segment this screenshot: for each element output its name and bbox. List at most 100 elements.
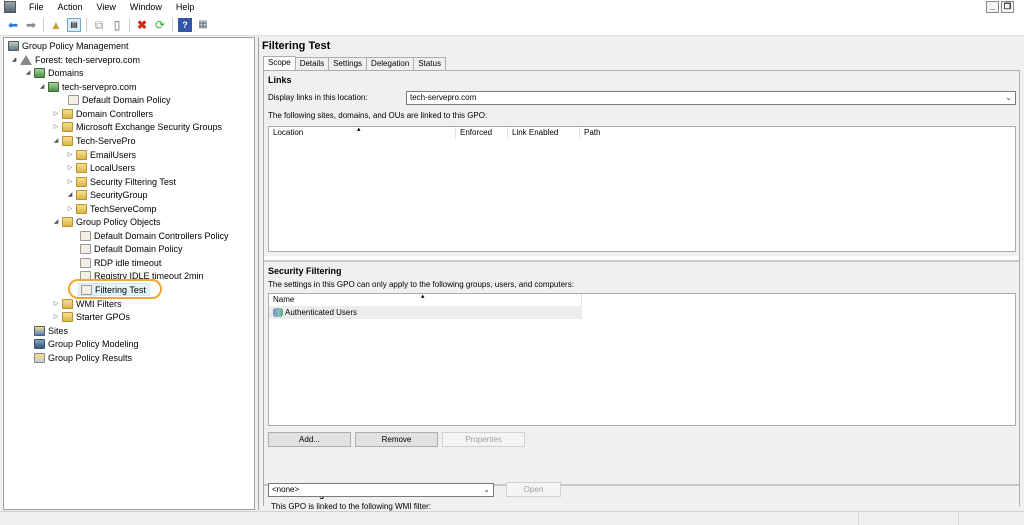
tree-node-exchange-groups[interactable]: ▷ Microsoft Exchange Security Groups xyxy=(52,120,222,133)
properties-button[interactable]: Properties xyxy=(442,432,525,447)
window-controls: _ ❐ xyxy=(986,1,1014,13)
collapse-icon[interactable]: ◢ xyxy=(38,83,46,90)
tree-node-gpo-domain-policy[interactable]: Default Domain Policy xyxy=(78,242,183,255)
toolbar-separator xyxy=(172,17,173,32)
tab-delegation[interactable]: Delegation xyxy=(366,57,415,70)
tree-node-starter-gpos[interactable]: ▷ Starter GPOs xyxy=(52,310,130,323)
show-hide-tree-icon[interactable]: ▤ xyxy=(67,17,81,32)
links-list[interactable]: Location ▴ Enforced Link Enabled Path xyxy=(268,126,1016,252)
restore-button[interactable]: ❐ xyxy=(1001,1,1014,13)
tab-status[interactable]: Status xyxy=(413,57,446,70)
tree-node-results[interactable]: Group Policy Results xyxy=(32,351,132,364)
tab-details[interactable]: Details xyxy=(294,57,330,70)
tree-node-gpo-container[interactable]: ◢ Group Policy Objects xyxy=(52,215,161,228)
tree-node-gpo-dc-policy[interactable]: Default Domain Controllers Policy xyxy=(78,229,229,242)
tree-node-root[interactable]: Group Policy Management xyxy=(6,39,129,52)
display-links-label: Display links in this location: xyxy=(268,93,368,102)
column-name[interactable]: Name ▴ xyxy=(269,293,582,306)
up-folder-icon[interactable]: ▲ xyxy=(49,18,63,32)
tab-settings[interactable]: Settings xyxy=(328,57,368,70)
highlight-annotation xyxy=(68,279,162,299)
collapse-icon[interactable]: ◢ xyxy=(52,137,60,144)
tab-scope[interactable]: Scope xyxy=(263,56,296,70)
forward-icon[interactable]: ➡ xyxy=(24,18,38,32)
collapse-icon[interactable]: ◢ xyxy=(24,69,32,76)
location-dropdown[interactable]: tech-servepro.com ⌄ xyxy=(406,91,1016,105)
menu-file[interactable]: File xyxy=(22,2,51,12)
tree-node-domains[interactable]: ◢ Domains xyxy=(24,66,84,79)
expand-icon[interactable]: ▷ xyxy=(66,178,74,185)
column-enforced[interactable]: Enforced xyxy=(456,127,508,139)
expand-icon[interactable]: ▷ xyxy=(52,110,60,117)
copy-icon[interactable]: ⧉ xyxy=(92,18,106,32)
expand-icon[interactable]: ▷ xyxy=(66,205,74,212)
links-description: The following sites, domains, and OUs ar… xyxy=(268,111,488,120)
console-tree: Group Policy Management ◢ Forest: tech-se… xyxy=(3,37,255,510)
security-filtering-section: Security Filtering The settings in this … xyxy=(264,260,1019,489)
collapse-icon[interactable]: ◢ xyxy=(10,56,18,63)
tree-node-email-users[interactable]: ▷ EmailUsers xyxy=(66,148,136,161)
expand-icon[interactable]: ▷ xyxy=(52,123,60,130)
help-icon[interactable]: ? xyxy=(178,17,192,32)
tree-node-forest[interactable]: ◢ Forest: tech-servepro.com xyxy=(10,53,140,66)
modeling-icon xyxy=(34,338,45,349)
security-list[interactable]: Name ▴ Authenticated Users xyxy=(268,293,1016,426)
tree-node-default-domain-policy-link[interactable]: Default Domain Policy xyxy=(66,93,171,106)
tree-node-sites[interactable]: Sites xyxy=(32,324,68,337)
column-link-enabled[interactable]: Link Enabled xyxy=(508,127,580,139)
back-icon[interactable]: ⬅ xyxy=(6,18,20,32)
tree-node-local-users[interactable]: ▷ LocalUsers xyxy=(66,161,135,174)
wmi-filter-dropdown[interactable]: <none> ⌄ xyxy=(268,483,494,497)
toolbar-separator xyxy=(129,17,130,32)
expand-icon[interactable]: ▷ xyxy=(66,164,74,171)
refresh-icon[interactable]: ⟳ xyxy=(153,18,167,32)
toolbar: ⬅ ➡ ▲ ▤ ⧉ ▯ ✖ ⟳ ? ▦ xyxy=(0,14,1024,36)
menu-help[interactable]: Help xyxy=(169,2,202,12)
column-location[interactable]: Location ▴ xyxy=(269,126,456,139)
expand-icon[interactable]: ▷ xyxy=(66,151,74,158)
console-icon[interactable]: ▦ xyxy=(196,18,210,32)
menu-view[interactable]: View xyxy=(90,2,123,12)
gpo-folder-icon xyxy=(62,216,73,227)
remove-button[interactable]: Remove xyxy=(355,432,438,447)
collapse-icon[interactable]: ◢ xyxy=(66,191,74,198)
ou-icon xyxy=(76,162,87,173)
starter-gpo-icon xyxy=(62,311,73,322)
ou-icon xyxy=(62,108,73,119)
status-cell xyxy=(858,512,859,525)
wmi-folder-icon xyxy=(62,298,73,309)
tree-node-domain[interactable]: ◢ tech-servepro.com xyxy=(38,80,137,93)
menu-window[interactable]: Window xyxy=(123,2,169,12)
tree-node-tech-servepro[interactable]: ◢ Tech-ServePro xyxy=(52,134,136,147)
menu-action[interactable]: Action xyxy=(51,2,90,12)
tree-node-techserve-comp[interactable]: ▷ TechServeComp xyxy=(66,202,157,215)
delete-icon[interactable]: ✖ xyxy=(135,18,149,32)
collapse-icon[interactable]: ◢ xyxy=(52,218,60,225)
status-bar xyxy=(0,511,1024,525)
expand-icon[interactable]: ▷ xyxy=(52,313,60,320)
chevron-down-icon: ⌄ xyxy=(483,485,490,494)
security-description: The settings in this GPO can only apply … xyxy=(268,280,574,289)
expand-icon[interactable]: ▷ xyxy=(52,300,60,307)
domains-icon xyxy=(34,67,45,78)
security-row[interactable]: Authenticated Users xyxy=(269,306,582,319)
forest-icon xyxy=(20,54,32,65)
tree-node-gpo-rdp[interactable]: RDP idle timeout xyxy=(78,256,161,269)
domain-icon xyxy=(48,81,59,92)
column-path[interactable]: Path xyxy=(580,127,1015,139)
open-button[interactable]: Open xyxy=(506,482,561,497)
status-cell xyxy=(958,512,959,525)
tree-node-security-filtering-test[interactable]: ▷ Security Filtering Test xyxy=(66,175,176,188)
ou-icon xyxy=(76,189,87,200)
ou-icon xyxy=(62,135,73,146)
tree-node-modeling[interactable]: Group Policy Modeling xyxy=(32,337,139,350)
chevron-down-icon: ⌄ xyxy=(1005,93,1012,102)
minimize-button[interactable]: _ xyxy=(986,1,999,13)
paste-icon[interactable]: ▯ xyxy=(110,18,124,32)
add-button[interactable]: Add... xyxy=(268,432,351,447)
gpo-title: Filtering Test xyxy=(262,40,331,52)
sort-up-icon: ▴ xyxy=(357,126,361,133)
results-icon xyxy=(34,352,45,363)
tree-node-domain-controllers[interactable]: ▷ Domain Controllers xyxy=(52,107,153,120)
tree-node-security-group[interactable]: ◢ SecurityGroup xyxy=(66,188,148,201)
